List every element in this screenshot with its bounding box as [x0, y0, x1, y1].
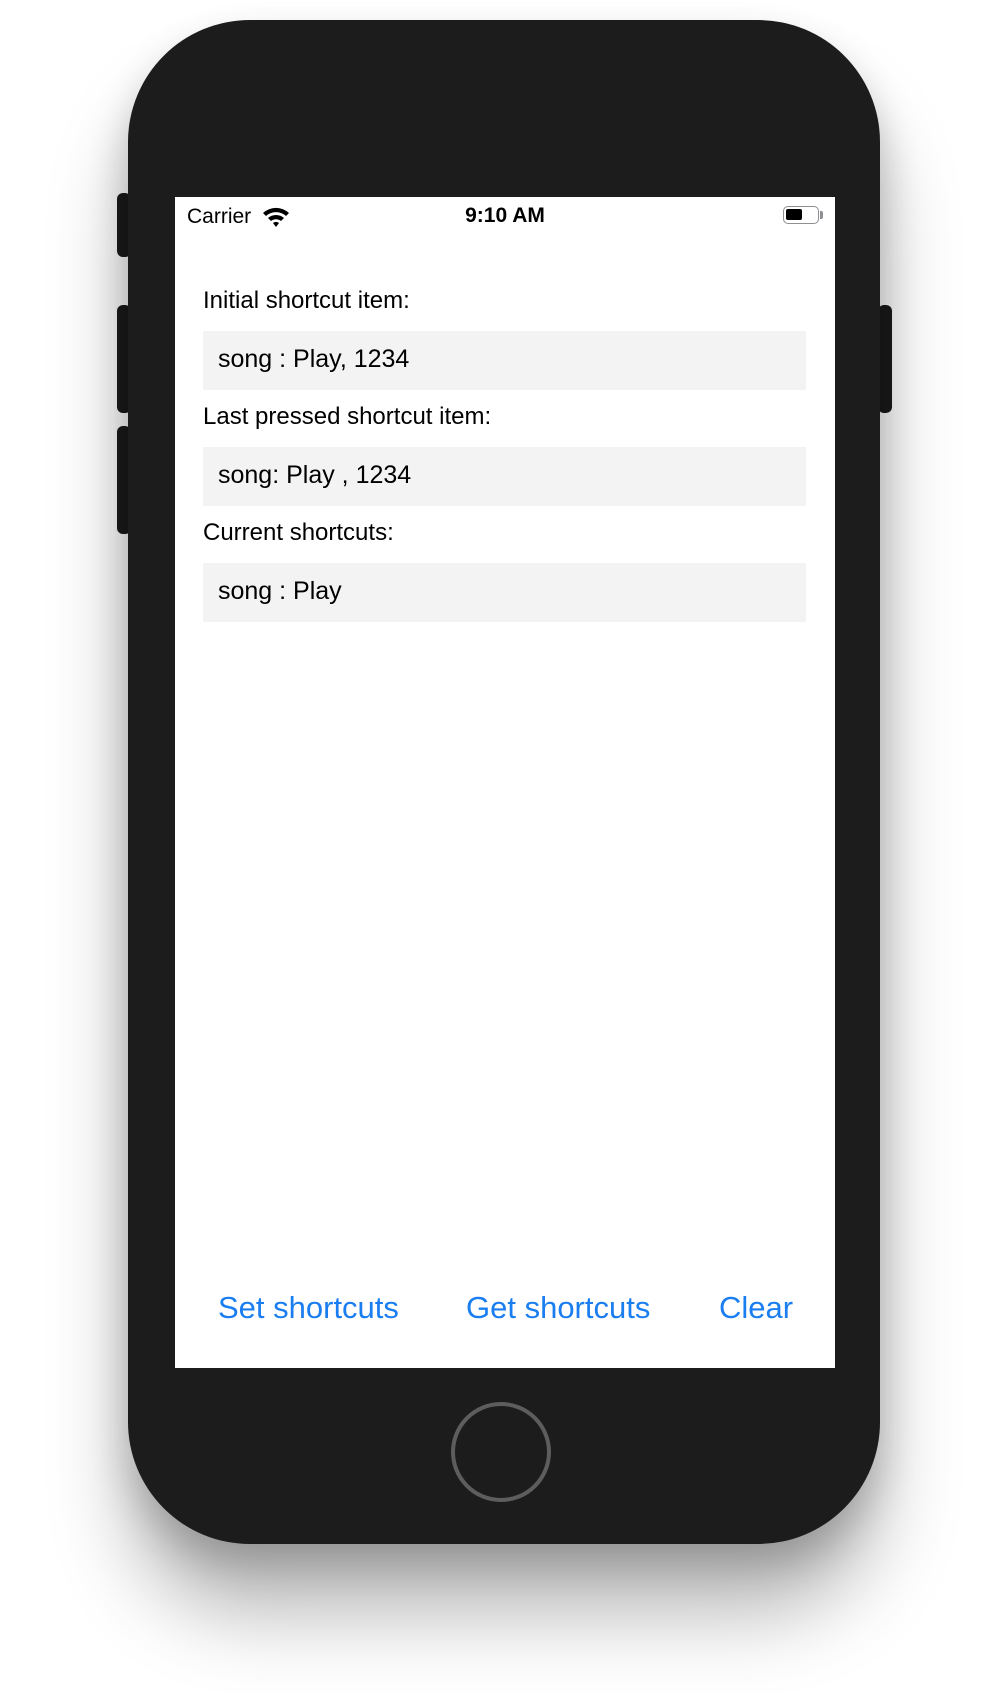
status-time: 9:10 AM	[465, 204, 545, 227]
clear-button[interactable]: Clear	[719, 1290, 793, 1326]
initial-shortcut-field: song : Play, 1234	[203, 331, 806, 390]
power-button	[878, 305, 892, 413]
battery-terminal	[820, 211, 823, 219]
current-shortcuts-field: song : Play	[203, 563, 806, 622]
get-shortcuts-button[interactable]: Get shortcuts	[466, 1290, 650, 1326]
current-shortcuts-label: Current shortcuts:	[203, 519, 394, 546]
app-screen: Carrier 9:10 AM Initial shortcut item: s…	[175, 197, 835, 1368]
battery-icon	[783, 206, 819, 224]
status-bar: Carrier 9:10 AM	[175, 197, 835, 237]
initial-shortcut-value: song : Play, 1234	[218, 345, 410, 373]
set-shortcuts-button[interactable]: Set shortcuts	[218, 1290, 399, 1326]
initial-shortcut-label: Initial shortcut item:	[203, 287, 410, 314]
home-button[interactable]	[451, 1402, 551, 1502]
last-pressed-shortcut-label: Last pressed shortcut item:	[203, 403, 492, 430]
battery-level	[786, 209, 802, 220]
device-stage: Carrier 9:10 AM Initial shortcut item: s…	[0, 0, 1008, 1693]
last-pressed-shortcut-value: song: Play , 1234	[218, 461, 412, 489]
current-shortcuts-value: song : Play	[218, 577, 342, 605]
last-pressed-shortcut-field: song: Play , 1234	[203, 447, 806, 506]
